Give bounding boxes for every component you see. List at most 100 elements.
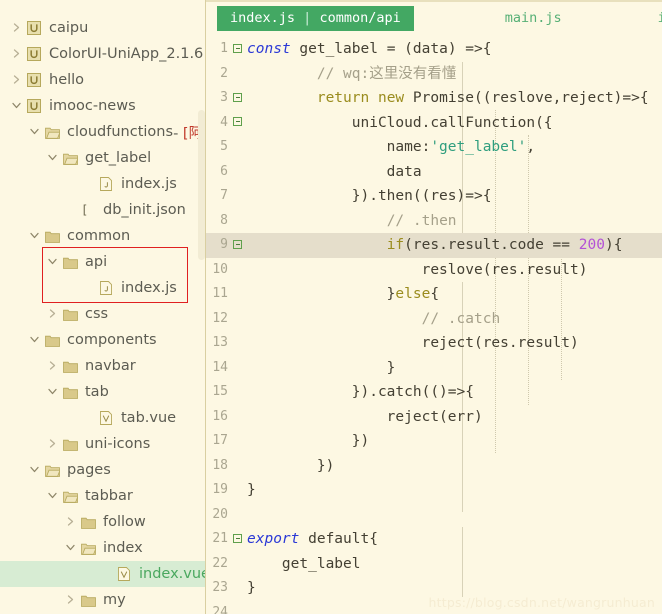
line-number: 2 [220, 65, 228, 81]
code-line-14[interactable]: 14 } [206, 356, 662, 381]
tree-item-uni-icons[interactable]: uni-icons [0, 431, 206, 457]
chevron-down-icon[interactable] [26, 335, 42, 344]
editor-tab-main.js[interactable]: main.js [492, 6, 575, 32]
tree-item-my[interactable]: my [0, 587, 206, 613]
tree-item-index.vue[interactable]: index.vue [0, 561, 206, 587]
code-line-9[interactable]: 9 if(res.result.code == 200){ [206, 233, 662, 258]
tree-item-follow[interactable]: follow [0, 509, 206, 535]
tree-item-label: index.js [121, 176, 177, 192]
tree-item-colorui-uniapp_2.1.6[interactable]: ColorUI-UniApp_2.1.6 [0, 41, 206, 67]
code-line-6[interactable]: 6 data [206, 160, 662, 185]
chevron-right-icon[interactable] [8, 22, 24, 33]
fold-toggle-icon[interactable] [230, 111, 245, 136]
tree-item-api[interactable]: api [0, 249, 206, 275]
tree-item-label: hello [49, 72, 85, 88]
tree-item-navbar[interactable]: navbar [0, 353, 206, 379]
folder-icon [42, 334, 62, 347]
vue-file-icon [96, 411, 116, 425]
tree-item-tabbar[interactable]: tabbar [0, 483, 206, 509]
line-number: 13 [212, 335, 228, 350]
chevron-down-icon[interactable] [44, 257, 60, 266]
tree-item-caipu[interactable]: caipu [0, 15, 206, 41]
fold-toggle-icon[interactable] [230, 527, 245, 552]
chevron-down-icon[interactable] [26, 127, 42, 136]
fold-toggle-icon[interactable] [230, 233, 245, 258]
tree-item-index[interactable]: index [0, 535, 206, 561]
code-line-10[interactable]: 10 reslove(res.result) [206, 258, 662, 283]
chevron-right-icon[interactable] [62, 594, 78, 605]
line-number: 15 [212, 384, 228, 399]
code-line-18[interactable]: 18 }) [206, 454, 662, 479]
tree-item-index.js[interactable]: index.js [0, 171, 206, 197]
tree-item-index.js[interactable]: index.js [0, 275, 206, 301]
code-line-16[interactable]: 16 reject(err) [206, 405, 662, 430]
editor-tab-index.js[interactable]: index.js | common/api [217, 5, 414, 32]
code-line-7[interactable]: 7 }).then((res)=>{ [206, 184, 662, 209]
js-file-icon [96, 281, 116, 295]
code-line-2[interactable]: 2 // wq:这里没有看懂 [206, 62, 662, 87]
tree-item-label: cloudfunctions [67, 124, 174, 140]
folder-icon [60, 256, 80, 269]
chevron-right-icon[interactable] [8, 48, 24, 59]
chevron-down-icon[interactable] [44, 387, 60, 396]
code-line-3[interactable]: 3 return new Promise((reslove,reject)=>{ [206, 86, 662, 111]
code-line-5[interactable]: 5 name:'get_label', [206, 135, 662, 160]
code-line-13[interactable]: 13 reject(res.result) [206, 331, 662, 356]
tree-item-label: tab.vue [121, 410, 177, 426]
editor-tab-bar[interactable]: index.js | common/api main.js index.vue [206, 0, 662, 37]
chevron-right-icon[interactable] [44, 308, 60, 319]
tree-item-css[interactable]: css [0, 301, 206, 327]
code-line-22[interactable]: 22 get_label [206, 552, 662, 577]
chevron-down-icon[interactable] [26, 465, 42, 474]
code-content-area[interactable]: 1 const get_label = (data) =>{2 // wq:这里没… [206, 37, 662, 614]
project-file-tree[interactable]: caipu ColorUI-UniApp_2.1.6hello imooc-news… [0, 0, 206, 614]
chevron-down-icon[interactable] [44, 153, 60, 162]
code-line-17[interactable]: 17 }) [206, 429, 662, 454]
chevron-right-icon[interactable] [44, 438, 60, 449]
tree-item-get_label[interactable]: get_label [0, 145, 206, 171]
tree-item-label: navbar [85, 358, 136, 374]
line-number: 6 [220, 163, 228, 179]
tree-item-components[interactable]: components [0, 327, 206, 353]
code-text: if(res.result.code == 200){ [386, 237, 623, 253]
chevron-down-icon[interactable] [8, 101, 24, 110]
tree-item-common[interactable]: common [0, 223, 206, 249]
chevron-right-icon[interactable] [44, 360, 60, 371]
editor-tab-index.vue[interactable]: index.vue [645, 6, 662, 32]
tree-item-label: ColorUI-UniApp_2.1.6 [49, 46, 204, 62]
line-number: 3 [220, 90, 228, 105]
code-line-19[interactable]: 19} [206, 478, 662, 503]
line-number: 4 [220, 114, 228, 130]
chevron-down-icon[interactable] [26, 231, 42, 240]
code-line-15[interactable]: 15 }).catch(()=>{ [206, 380, 662, 405]
code-line-8[interactable]: 8 // .then [206, 209, 662, 234]
line-number: 7 [220, 188, 228, 203]
chevron-right-icon[interactable] [8, 74, 24, 85]
folder-open-icon [78, 542, 98, 555]
chevron-down-icon[interactable] [62, 543, 78, 552]
chevron-down-icon[interactable] [44, 491, 60, 500]
folder-icon [42, 230, 62, 243]
line-number: 21 [212, 531, 228, 546]
tree-item-tab.vue[interactable]: tab.vue [0, 405, 206, 431]
code-line-20[interactable]: 20 [206, 503, 662, 528]
tree-item-hello[interactable]: hello [0, 67, 206, 93]
tree-item-label: db_init.json [103, 202, 186, 218]
tree-item-tab[interactable]: tab [0, 379, 206, 405]
tree-item-db_init.json[interactable]: [ ] db_init.json [0, 197, 206, 223]
code-line-11[interactable]: 11 }else{ [206, 282, 662, 307]
tree-item-cloudfunctions[interactable]: cloudfunctions - [阿里云: [0, 119, 206, 145]
code-line-4[interactable]: 4 uniCloud.callFunction({ [206, 111, 662, 136]
chevron-right-icon[interactable] [62, 516, 78, 527]
fold-toggle-icon[interactable] [230, 37, 245, 62]
tree-item-imooc-news[interactable]: imooc-news [0, 93, 206, 119]
fold-toggle-icon[interactable] [230, 86, 245, 111]
code-line-1[interactable]: 1 const get_label = (data) =>{ [206, 37, 662, 62]
code-line-12[interactable]: 12 // .catch [206, 307, 662, 332]
code-line-21[interactable]: 21 export default{ [206, 527, 662, 552]
explorer-scrollbar-thumb[interactable] [198, 110, 205, 260]
tree-item-pages[interactable]: pages [0, 457, 206, 483]
